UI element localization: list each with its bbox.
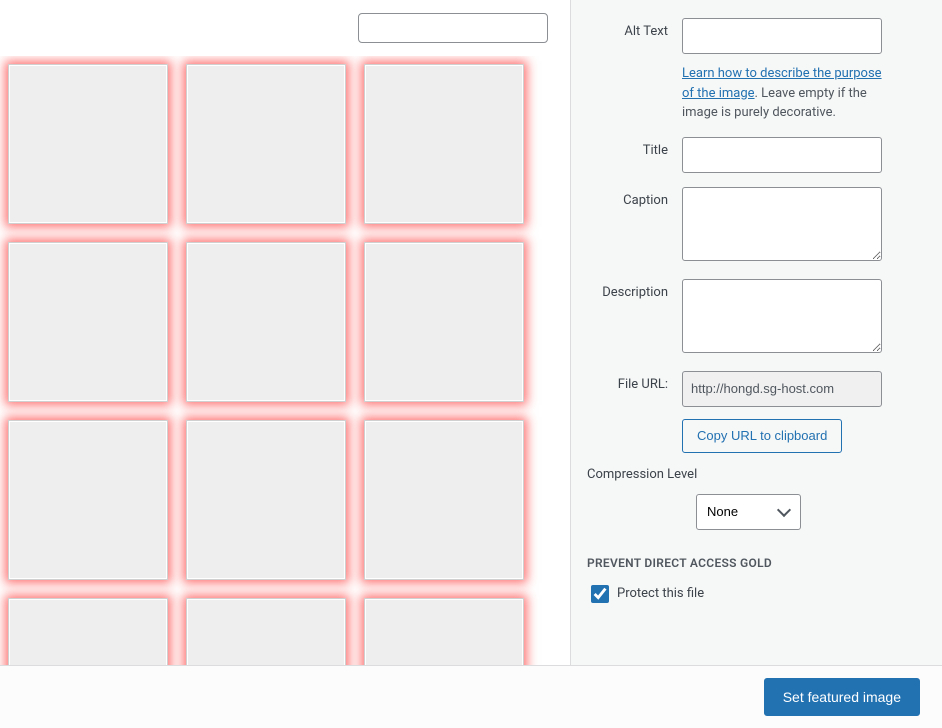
compression-section: Compression Level None (587, 467, 926, 530)
caption-label: Caption (587, 187, 682, 265)
title-label: Title (587, 137, 682, 173)
search-wrap (0, 0, 570, 56)
title-row: Title (587, 137, 926, 173)
media-thumb[interactable] (364, 242, 524, 402)
media-grid-scroll[interactable] (0, 56, 570, 665)
file-url-label: File URL: (587, 371, 682, 453)
alt-text-label: Alt Text (587, 18, 682, 123)
media-thumb[interactable] (8, 420, 168, 580)
pda-heading: PREVENT DIRECT ACCESS GOLD (587, 556, 926, 570)
media-thumb[interactable] (186, 242, 346, 402)
alt-text-row: Alt Text Learn how to describe the purpo… (587, 18, 926, 123)
media-thumb[interactable] (364, 420, 524, 580)
caption-input[interactable] (682, 187, 882, 261)
media-thumb[interactable] (186, 64, 346, 224)
description-label: Description (587, 279, 682, 357)
attachment-details-panel[interactable]: Alt Text Learn how to describe the purpo… (570, 0, 942, 665)
description-row: Description (587, 279, 926, 357)
file-url-row: File URL: Copy URL to clipboard (587, 371, 926, 453)
alt-text-help: Learn how to describe the purpose of the… (682, 64, 882, 123)
modal-footer: Set featured image (0, 665, 942, 728)
media-thumb[interactable] (8, 598, 168, 665)
caption-row: Caption (587, 187, 926, 265)
media-thumb[interactable] (8, 64, 168, 224)
set-featured-image-button[interactable]: Set featured image (764, 678, 920, 716)
description-input[interactable] (682, 279, 882, 353)
file-url-input[interactable] (682, 371, 882, 407)
media-grid (0, 56, 570, 665)
media-thumb[interactable] (8, 242, 168, 402)
copy-url-button[interactable]: Copy URL to clipboard (682, 419, 842, 453)
media-left-panel (0, 0, 570, 665)
media-thumb[interactable] (186, 598, 346, 665)
alt-text-input[interactable] (682, 18, 882, 54)
search-input[interactable] (358, 13, 548, 43)
protect-file-row: Protect this file (587, 582, 926, 606)
title-input[interactable] (682, 137, 882, 173)
media-thumb[interactable] (364, 598, 524, 665)
media-modal-body: Alt Text Learn how to describe the purpo… (0, 0, 942, 665)
media-thumb[interactable] (364, 64, 524, 224)
compression-label: Compression Level (587, 467, 926, 482)
media-thumb[interactable] (186, 420, 346, 580)
compression-select[interactable]: None (696, 494, 801, 530)
protect-file-label: Protect this file (617, 586, 704, 601)
protect-file-checkbox[interactable] (591, 585, 609, 603)
